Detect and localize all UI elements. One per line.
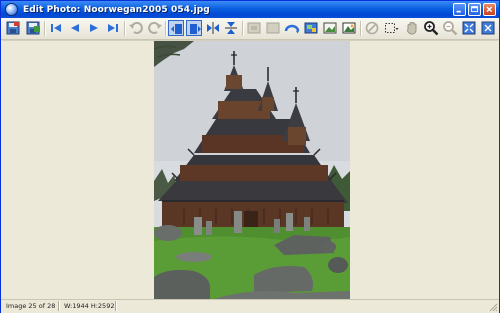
close-icon [486,6,493,13]
minimize-button[interactable] [453,3,466,16]
previous-image-button[interactable] [67,20,83,36]
undo-icon [129,21,143,34]
zoom-in-button[interactable] [423,20,439,36]
zoom-in-icon [424,21,439,36]
red-eye-button[interactable] [284,20,300,36]
crop-icon [266,22,280,34]
actual-size-button[interactable] [480,20,496,36]
red-eye-icon [284,24,300,34]
clear-selection-button[interactable] [364,20,380,36]
last-image-icon [108,24,118,32]
photo-image [154,41,350,299]
close-button[interactable] [483,3,496,16]
adjust-colors-icon [304,22,318,34]
previous-image-icon [71,24,79,32]
rotate-left-button[interactable] [168,20,184,36]
resize-grip-icon[interactable] [488,302,498,312]
image-dimensions-status: W:1944 H:2592 [64,302,115,310]
rotate-right-icon [190,24,201,34]
maximize-icon [471,6,478,13]
flip-horizontal-icon [207,22,219,34]
toolbar-separator [165,21,167,36]
adjust-colors-button[interactable] [303,20,319,36]
toolbar [1,18,499,40]
hand-icon [406,22,417,35]
fit-to-window-icon [462,21,476,35]
resize-icon [247,22,261,34]
toolbar-separator [44,21,46,36]
maximize-button[interactable] [468,3,481,16]
redo-button[interactable] [147,20,163,36]
redo-icon [148,21,162,34]
window-title: Edit Photo: Noorwegan2005 054.jpg [23,4,210,15]
toolbar-separator [124,21,126,36]
enhance-button[interactable] [322,20,338,36]
fit-to-window-button[interactable] [461,20,477,36]
zoom-out-button[interactable] [442,20,458,36]
save-icon [6,21,20,35]
save-as-button[interactable] [25,20,41,36]
selection-tool-button[interactable] [383,20,399,36]
photo-workspace[interactable] [2,40,498,300]
resize-button[interactable] [246,20,262,36]
rotate-left-icon [171,24,182,34]
effects-button[interactable] [341,20,357,36]
enhance-icon [323,22,337,34]
undo-button[interactable] [128,20,144,36]
toolbar-separator [242,21,244,36]
status-divider [58,301,60,311]
actual-size-icon [481,21,495,35]
hand-tool-button[interactable] [404,20,420,36]
selection-icon [385,23,399,33]
edit-photo-window: Edit Photo: Noorwegan2005 054.jpg Image … [0,0,500,313]
flip-vertical-icon [225,22,237,34]
minimize-icon [456,10,461,13]
toolbar-separator [360,21,362,36]
last-image-button[interactable] [105,20,121,36]
clear-selection-icon [365,21,379,35]
next-image-icon [90,24,98,32]
next-image-button[interactable] [86,20,102,36]
flip-vertical-button[interactable] [223,20,239,36]
app-icon[interactable] [5,3,18,16]
status-bar: Image 25 of 28 W:1944 H:2592 [1,299,499,313]
first-image-icon [51,24,61,32]
stave-church-photo[interactable] [154,41,350,299]
flip-horizontal-button[interactable] [205,20,221,36]
status-divider [115,301,117,311]
rotate-right-button[interactable] [186,20,202,36]
save-as-icon [26,21,40,35]
image-position-status: Image 25 of 28 [6,302,56,310]
crop-button[interactable] [265,20,281,36]
title-bar[interactable]: Edit Photo: Noorwegan2005 054.jpg [1,1,499,18]
effects-icon [342,22,356,34]
window-controls [453,3,496,16]
zoom-out-icon [443,21,458,36]
first-image-button[interactable] [48,20,64,36]
save-icon-button[interactable] [5,20,21,36]
